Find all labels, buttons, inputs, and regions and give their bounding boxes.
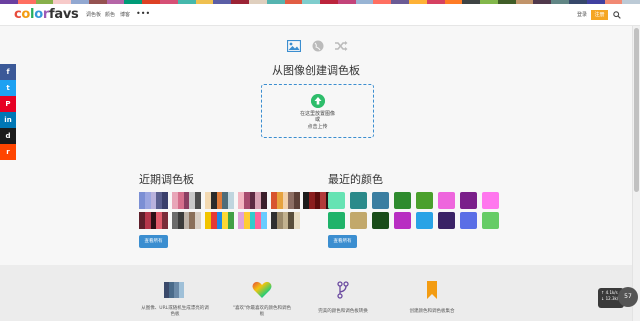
recent-colors-title: 最近的颜色 xyxy=(328,173,383,186)
facebook-icon[interactable]: f xyxy=(0,64,16,80)
palette-color xyxy=(228,192,234,209)
palette-color xyxy=(261,192,267,209)
nav-palettes[interactable]: 调色板 xyxy=(86,11,101,19)
social-share-bar: f t Pin d r xyxy=(0,64,16,160)
logo-letter: c xyxy=(14,7,22,22)
nav-colors[interactable]: 颜色 xyxy=(105,11,115,19)
recent-color-swatch[interactable] xyxy=(482,192,499,209)
dropzone-click-upload[interactable]: 点击上传 xyxy=(262,124,373,130)
recent-color-swatch[interactable] xyxy=(372,192,389,209)
palette-stack-icon xyxy=(164,282,184,298)
recent-color-swatch[interactable] xyxy=(460,212,477,229)
features-section: 从图像、URL或随机生成漂亮的调色板 "喜欢"你最喜欢的颜色和调色板 完美的颜色… xyxy=(0,265,632,321)
linkedin-icon[interactable]: in xyxy=(0,112,16,128)
digg-icon[interactable]: d xyxy=(0,128,16,144)
palette-thumbnail[interactable] xyxy=(172,212,201,229)
navbar: colorfavs 调色板 颜色 博客 ••• 登录 注册 xyxy=(0,4,640,26)
recent-color-swatch[interactable] xyxy=(328,192,345,209)
image-icon[interactable] xyxy=(287,40,301,52)
globe-icon[interactable] xyxy=(311,40,325,52)
palette-thumbnail[interactable] xyxy=(238,212,267,229)
palette-color xyxy=(294,212,300,229)
palette-thumbnail[interactable] xyxy=(172,192,201,209)
login-link[interactable]: 登录 xyxy=(577,11,587,18)
colorfavs-logo[interactable]: colorfavs xyxy=(14,7,79,22)
upload-icon xyxy=(311,94,325,108)
reddit-icon[interactable]: r xyxy=(0,144,16,160)
search-icon[interactable] xyxy=(613,11,621,19)
palette-color xyxy=(228,212,234,229)
scrollbar-thumb[interactable] xyxy=(634,28,639,192)
heart-icon xyxy=(252,281,272,298)
feature-conversion: 完美的颜色和调色板转换 xyxy=(318,309,368,314)
palette-thumbnail[interactable] xyxy=(205,212,234,229)
view-all-colors-button[interactable]: 查看所有 xyxy=(328,235,357,248)
recent-color-swatch[interactable] xyxy=(438,192,455,209)
logo-letter: s xyxy=(71,7,79,22)
palette-thumbnail[interactable] xyxy=(139,192,168,209)
feature-create-palettes: 从图像、URL或随机生成漂亮的调色板 xyxy=(141,306,209,317)
palette-thumbnail[interactable] xyxy=(205,192,234,209)
palette-color xyxy=(162,192,168,209)
bookmark-icon xyxy=(427,281,437,299)
nav-blog[interactable]: 博客 xyxy=(120,11,130,19)
palette-thumbnail[interactable] xyxy=(238,192,267,209)
shuffle-icon[interactable] xyxy=(334,40,348,52)
recent-color-swatch[interactable] xyxy=(394,212,411,229)
logo-letter: a xyxy=(54,7,63,22)
recent-color-swatch[interactable] xyxy=(438,212,455,229)
logo-letter: v xyxy=(62,7,71,22)
logo-letter: o xyxy=(34,7,43,22)
recent-color-swatch[interactable] xyxy=(394,192,411,209)
pinterest-icon[interactable]: P xyxy=(0,96,16,112)
page-scrollbar[interactable] xyxy=(632,26,640,321)
recent-color-swatch[interactable] xyxy=(372,212,389,229)
palette-thumbnail[interactable] xyxy=(139,212,168,229)
palette-thumbnail[interactable] xyxy=(271,212,300,229)
feature-collections: 创建颜色和调色板集合 xyxy=(409,309,455,314)
twitter-icon[interactable]: t xyxy=(0,80,16,96)
palette-color xyxy=(162,212,168,229)
recent-color-swatch[interactable] xyxy=(416,192,433,209)
more-menu-icon[interactable]: ••• xyxy=(136,9,150,19)
logo-letter: o xyxy=(21,7,31,22)
palette-color xyxy=(195,212,201,229)
recent-palettes-title: 近期调色板 xyxy=(139,173,194,186)
palette-color xyxy=(195,192,201,209)
dropzone-or: 或 xyxy=(314,117,320,123)
view-all-palettes-button[interactable]: 查看所有 xyxy=(139,235,168,248)
recent-color-swatch[interactable] xyxy=(482,212,499,229)
image-dropzone[interactable]: 在这里放置图像 或 点击上传 xyxy=(261,84,374,138)
recent-color-swatch[interactable] xyxy=(328,212,345,229)
speed-gauge: 57 xyxy=(618,287,638,307)
signup-button[interactable]: 注册 xyxy=(591,10,608,20)
recent-color-swatch[interactable] xyxy=(350,192,367,209)
recent-color-swatch[interactable] xyxy=(460,192,477,209)
fork-icon xyxy=(337,281,349,299)
page-title: 从图像创建调色板 xyxy=(272,64,360,77)
palette-color xyxy=(294,192,300,209)
palette-thumbnail[interactable] xyxy=(271,192,300,209)
recent-color-swatch[interactable] xyxy=(350,212,367,229)
feature-like-colors: "喜欢"你最喜欢的颜色和调色板 xyxy=(232,306,292,317)
palette-color xyxy=(261,212,267,229)
recent-color-swatch[interactable] xyxy=(416,212,433,229)
